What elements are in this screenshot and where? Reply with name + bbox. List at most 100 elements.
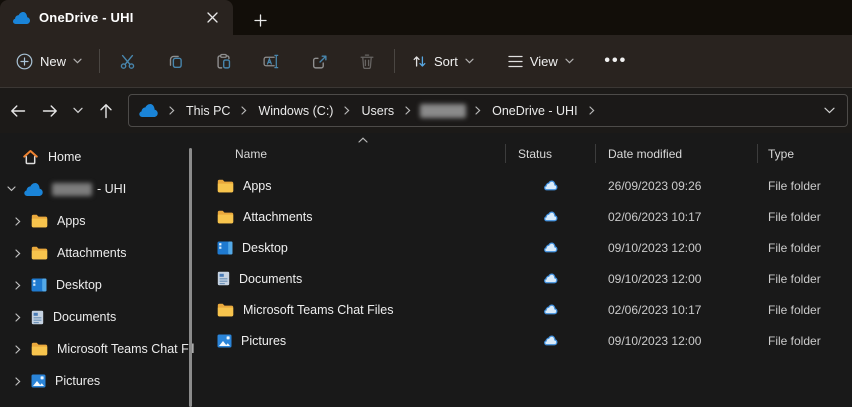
sidebar-item-label: Apps: [57, 214, 86, 228]
breadcrumb-onedrive-uhi[interactable]: OneDrive - UHI: [486, 101, 583, 121]
folder-icon: [217, 210, 234, 224]
share-icon: [311, 53, 328, 70]
chevron-down-icon: [73, 58, 82, 64]
cloud-status-icon: [543, 242, 558, 253]
address-dropdown-chevron-icon[interactable]: [822, 103, 837, 118]
column-header-type[interactable]: Type: [757, 140, 852, 167]
chevron-right-icon[interactable]: [12, 343, 24, 355]
file-name: Pictures: [241, 334, 286, 348]
ellipsis-icon: •••: [604, 52, 627, 70]
cut-button[interactable]: [107, 43, 147, 79]
file-name: Apps: [243, 179, 272, 193]
desktop-icon: [31, 278, 47, 292]
chevron-down-icon[interactable]: [5, 183, 17, 195]
back-button[interactable]: [2, 95, 34, 127]
sidebar-item-label: Microsoft Teams Chat Fil: [57, 342, 194, 356]
sidebar-item-teams-chat-files[interactable]: Microsoft Teams Chat Fil: [0, 333, 203, 365]
sidebar-item-label: Home: [48, 150, 81, 164]
sidebar-item-documents[interactable]: Documents: [0, 301, 203, 333]
share-button[interactable]: [299, 43, 339, 79]
chevron-right-icon[interactable]: [12, 215, 24, 227]
chevron-right-icon[interactable]: [12, 375, 24, 387]
file-row-apps[interactable]: Apps 26/09/2023 09:26 File folder: [203, 170, 852, 201]
cloud-status-icon: [543, 211, 558, 222]
command-bar: New Sort: [0, 35, 852, 88]
breadcrumb-windows-c[interactable]: Windows (C:): [252, 101, 339, 121]
file-row-documents[interactable]: Documents 09/10/2023 12:00 File folder: [203, 263, 852, 294]
file-rows: Apps 26/09/2023 09:26 File folder Attach…: [203, 170, 852, 356]
address-bar[interactable]: This PC Windows (C:) Users OneDrive - UH…: [128, 94, 848, 127]
sidebar-item-label: Attachments: [57, 246, 126, 260]
copy-button[interactable]: [155, 43, 195, 79]
sidebar-item-home[interactable]: Home: [0, 141, 203, 173]
new-tab-button[interactable]: [243, 5, 277, 35]
file-type: File folder: [757, 272, 852, 286]
folder-icon: [31, 246, 48, 260]
document-icon: [217, 271, 230, 286]
sidebar-item-onedrive-root[interactable]: - UHI: [0, 173, 203, 205]
chevron-right-icon[interactable]: [12, 279, 24, 291]
sort-ascending-icon: [358, 137, 368, 143]
toolbar-divider: [394, 49, 395, 73]
folder-icon: [31, 342, 48, 356]
file-type: File folder: [757, 210, 852, 224]
chevron-right-icon[interactable]: [12, 311, 24, 323]
file-date-modified: 09/10/2023 12:00: [595, 272, 757, 286]
sidebar-item-attachments[interactable]: Attachments: [0, 237, 203, 269]
file-date-modified: 02/06/2023 10:17: [595, 210, 757, 224]
new-button[interactable]: New: [6, 43, 92, 79]
onedrive-icon: [13, 12, 30, 24]
up-button[interactable]: [90, 95, 122, 127]
breadcrumb-this-pc[interactable]: This PC: [180, 101, 236, 121]
new-button-label: New: [40, 54, 66, 69]
tab-strip: OneDrive - UHI: [0, 0, 852, 35]
sort-icon: [412, 54, 427, 69]
breadcrumb-username-redacted[interactable]: [420, 104, 466, 118]
sidebar-onedrive-name-redacted: [52, 183, 92, 196]
sidebar-item-label: Desktop: [56, 278, 102, 292]
file-row-pictures[interactable]: Pictures 09/10/2023 12:00 File folder: [203, 325, 852, 356]
column-header-label: Name: [235, 147, 267, 161]
column-header-row: Name Status Date modified Type: [203, 140, 852, 167]
breadcrumb-users[interactable]: Users: [355, 101, 400, 121]
view-button[interactable]: View: [498, 43, 584, 79]
file-type: File folder: [757, 334, 852, 348]
onedrive-icon: [24, 183, 43, 196]
file-list-pane: Name Status Date modified Type: [203, 133, 852, 407]
sidebar-item-apps[interactable]: Apps: [0, 205, 203, 237]
chevron-right-icon[interactable]: [12, 247, 24, 259]
tab-close-button[interactable]: [199, 6, 225, 30]
explorer-tab[interactable]: OneDrive - UHI: [0, 0, 233, 35]
rename-button[interactable]: [251, 43, 291, 79]
chevron-down-icon: [465, 58, 474, 64]
file-row-attachments[interactable]: Attachments 02/06/2023 10:17 File folder: [203, 201, 852, 232]
column-header-label: Status: [518, 147, 552, 161]
sort-button[interactable]: Sort: [402, 43, 484, 79]
file-type: File folder: [757, 179, 852, 193]
sidebar-item-pictures[interactable]: Pictures: [0, 365, 203, 397]
column-header-label: Type: [768, 147, 794, 161]
column-header-date-modified[interactable]: Date modified: [595, 140, 757, 167]
cloud-status-icon: [543, 335, 558, 346]
navigation-pane: Home - UHI Apps: [0, 133, 203, 407]
delete-button[interactable]: [347, 43, 387, 79]
document-icon: [31, 310, 44, 325]
forward-button[interactable]: [34, 95, 66, 127]
sort-button-label: Sort: [434, 54, 458, 69]
file-name: Attachments: [243, 210, 312, 224]
file-row-microsoft-teams-chat-files[interactable]: Microsoft Teams Chat Files 02/06/2023 10…: [203, 294, 852, 325]
paste-button[interactable]: [203, 43, 243, 79]
sidebar-item-label: Pictures: [55, 374, 100, 388]
chevron-down-icon: [565, 58, 574, 64]
sidebar-item-desktop[interactable]: Desktop: [0, 269, 203, 301]
view-button-label: View: [530, 54, 558, 69]
tab-title: OneDrive - UHI: [39, 10, 190, 25]
trash-icon: [359, 53, 375, 70]
more-options-button[interactable]: •••: [596, 43, 636, 79]
recent-locations-button[interactable]: [66, 95, 90, 127]
file-row-desktop[interactable]: Desktop 09/10/2023 12:00 File folder: [203, 232, 852, 263]
column-header-status[interactable]: Status: [505, 140, 595, 167]
folder-icon: [31, 214, 48, 228]
column-header-name[interactable]: Name: [203, 140, 505, 167]
sidebar-scrollbar[interactable]: [189, 148, 192, 407]
